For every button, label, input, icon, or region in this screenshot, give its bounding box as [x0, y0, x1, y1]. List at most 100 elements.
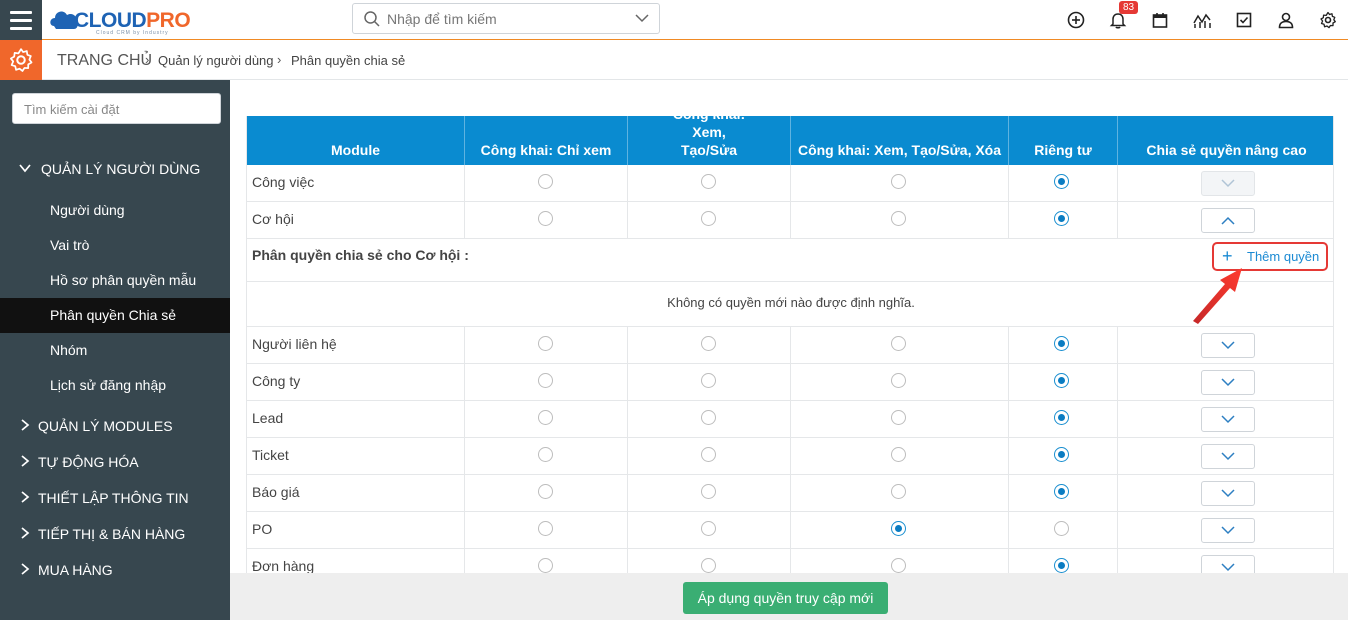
permission-radio[interactable]: [1054, 558, 1069, 573]
permission-radio[interactable]: [538, 558, 553, 573]
permission-radio[interactable]: [891, 174, 906, 189]
sidebar-item-sharing-permission[interactable]: Phân quyền Chia sẻ: [0, 298, 230, 333]
sidebar-section-modules[interactable]: QUẢN LÝ MODULES: [0, 411, 230, 441]
expand-advanced-button[interactable]: [1201, 171, 1255, 196]
global-search[interactable]: Nhập để tìm kiếm: [352, 3, 660, 34]
checkbox-icon[interactable]: [1233, 9, 1255, 31]
chevron-up-icon: [1221, 216, 1235, 225]
permission-radio[interactable]: [538, 521, 553, 536]
permission-radio[interactable]: [1054, 521, 1069, 536]
chart-icon[interactable]: [1191, 9, 1213, 31]
module-name: Đơn hàng: [252, 558, 315, 573]
sidebar-item-profiles[interactable]: Hồ sơ phân quyền mẫu: [0, 263, 230, 298]
permission-radio[interactable]: [701, 521, 716, 536]
sidebar-item-users[interactable]: Người dùng: [0, 193, 230, 228]
table-row: Ticket: [247, 438, 1333, 475]
permission-radio[interactable]: [701, 558, 716, 573]
permission-radio[interactable]: [891, 521, 906, 536]
th-public-readonly: Công khai: Chỉ xem: [464, 116, 627, 165]
chevron-right-icon: [21, 419, 30, 431]
table-row: Công ty: [247, 364, 1333, 401]
chevron-down-icon: [1221, 489, 1235, 498]
app-logo[interactable]: CLOUDPRO Cloud CRM by Industry: [48, 4, 208, 36]
chevron-right-icon: [21, 455, 30, 467]
breadcrumb: TRANG CHỦ › Quản lý người dùng › Phân qu…: [42, 40, 1348, 80]
sidebar-item-groups[interactable]: Nhóm: [0, 333, 230, 368]
module-name: Lead: [252, 410, 284, 426]
permission-radio[interactable]: [701, 174, 716, 189]
empty-permission-message: Không có quyền mới nào được định nghĩa.: [247, 282, 1333, 327]
sidebar-section-automation[interactable]: TỰ ĐỘNG HÓA: [0, 447, 230, 477]
permission-radio[interactable]: [538, 373, 553, 388]
permission-radio[interactable]: [701, 336, 716, 351]
permission-radio[interactable]: [701, 484, 716, 499]
expand-advanced-button[interactable]: [1201, 555, 1255, 573]
permission-radio[interactable]: [701, 410, 716, 425]
permission-radio[interactable]: [701, 373, 716, 388]
sidebar-section-user-management[interactable]: QUẢN LÝ NGƯỜI DÙNG: [0, 154, 230, 184]
permission-radio[interactable]: [538, 447, 553, 462]
add-circle-icon[interactable]: [1065, 9, 1087, 31]
table-cell: [247, 512, 464, 548]
sidebar-section-marketing-sales[interactable]: TIẾP THỊ & BÁN HÀNG: [0, 519, 230, 549]
chevron-right-icon: [21, 563, 30, 575]
permission-radio[interactable]: [1054, 174, 1069, 189]
apply-access-button[interactable]: Áp dụng quyền truy cập mới: [683, 582, 888, 614]
menu-icon[interactable]: [0, 0, 42, 40]
th-private: Riêng tư: [1008, 116, 1117, 165]
settings-search-input[interactable]: Tìm kiếm cài đặt: [12, 93, 221, 124]
sidebar-item-login-history[interactable]: Lịch sử đăng nhập: [0, 368, 230, 403]
calendar-icon[interactable]: [1149, 9, 1171, 31]
permission-radio[interactable]: [891, 373, 906, 388]
expand-advanced-button[interactable]: [1201, 518, 1255, 543]
chevron-down-icon: [1221, 179, 1235, 188]
settings-gear-button[interactable]: [0, 40, 42, 80]
permission-radio[interactable]: [891, 211, 906, 226]
permission-radio[interactable]: [1054, 373, 1069, 388]
permission-radio[interactable]: [538, 174, 553, 189]
permission-radio[interactable]: [1054, 447, 1069, 462]
breadcrumb-separator-icon: ›: [145, 52, 150, 67]
chevron-down-icon: [1221, 415, 1235, 424]
module-name: Người liên hệ: [252, 336, 337, 352]
permission-radio[interactable]: [538, 211, 553, 226]
th-public-read-create-edit: Công khai: Xem, Tạo/Sửa: [627, 116, 790, 165]
permission-radio[interactable]: [701, 211, 716, 226]
permission-radio[interactable]: [891, 558, 906, 573]
permission-radio[interactable]: [1054, 336, 1069, 351]
permission-radio[interactable]: [538, 484, 553, 499]
logo-tagline: Cloud CRM by Industry: [96, 30, 169, 36]
expand-advanced-button[interactable]: [1201, 444, 1255, 469]
breadcrumb-sharing-permission: Phân quyền chia sẻ: [291, 53, 406, 68]
sidebar-section-purchasing[interactable]: MUA HÀNG: [0, 555, 230, 585]
permission-radio[interactable]: [1054, 211, 1069, 226]
permission-radio[interactable]: [891, 410, 906, 425]
chevron-down-icon[interactable]: [635, 13, 649, 23]
expand-advanced-button[interactable]: [1201, 333, 1255, 358]
permission-radio[interactable]: [891, 447, 906, 462]
gear-icon[interactable]: [1317, 9, 1339, 31]
breadcrumb-separator-icon: ›: [277, 52, 282, 67]
footer-bar: Áp dụng quyền truy cập mới: [230, 573, 1348, 620]
sidebar-item-roles[interactable]: Vai trò: [0, 228, 230, 263]
expand-advanced-button[interactable]: [1201, 370, 1255, 395]
breadcrumb-user-management[interactable]: Quản lý người dùng: [158, 53, 274, 68]
table-header: ModuleCông khai: Chỉ xemCông khai: Xem, …: [247, 116, 1333, 165]
expand-advanced-button[interactable]: [1201, 407, 1255, 432]
annotation-arrow-icon: [1193, 268, 1242, 324]
settings-sidebar: Tìm kiếm cài đặt QUẢN LÝ NGƯỜI DÙNG Ngườ…: [0, 80, 230, 620]
expand-advanced-button[interactable]: [1201, 481, 1255, 506]
permission-radio[interactable]: [1054, 484, 1069, 499]
permission-radio[interactable]: [1054, 410, 1069, 425]
add-permission-label: Thêm quyền: [1247, 249, 1320, 264]
permission-radio[interactable]: [891, 484, 906, 499]
sidebar-section-info-setup[interactable]: THIẾT LẬP THÔNG TIN: [0, 483, 230, 513]
collapse-advanced-button[interactable]: [1201, 208, 1255, 233]
permission-radio[interactable]: [538, 410, 553, 425]
user-icon[interactable]: [1275, 9, 1297, 31]
chevron-down-icon: [1221, 378, 1235, 387]
permission-radio[interactable]: [701, 447, 716, 462]
permission-radio[interactable]: [891, 336, 906, 351]
breadcrumb-home[interactable]: TRANG CHỦ: [57, 52, 152, 70]
permission-radio[interactable]: [538, 336, 553, 351]
